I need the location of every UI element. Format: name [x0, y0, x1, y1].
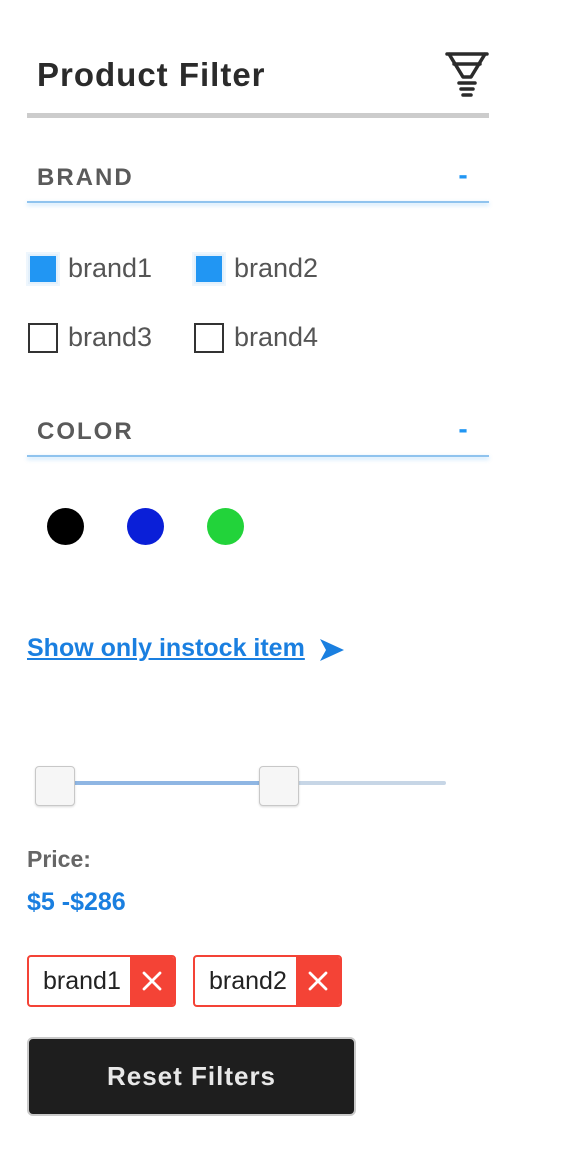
close-icon[interactable]	[129, 957, 174, 1005]
close-icon[interactable]	[295, 957, 340, 1005]
brand-option-brand3[interactable]: brand3	[28, 322, 152, 353]
chip-label: brand2	[209, 966, 287, 995]
color-collapse-toggle[interactable]: -	[451, 415, 475, 443]
brand-section-divider	[27, 201, 489, 203]
price-label: Price:	[27, 846, 91, 872]
price-slider-min-handle[interactable]	[35, 766, 75, 806]
color-swatch-black[interactable]	[47, 508, 84, 545]
arrow-right-icon	[318, 636, 346, 664]
price-range-value: $5 -$286	[27, 888, 126, 916]
reset-filters-button[interactable]: Reset Filters	[27, 1037, 356, 1116]
chip-label: brand1	[43, 966, 121, 995]
color-section-divider	[27, 455, 489, 457]
price-slider-range	[55, 781, 279, 785]
checkbox-label: brand2	[234, 253, 319, 283]
brand-option-brand2[interactable]: brand2	[194, 253, 318, 284]
price-slider-max-handle[interactable]	[259, 766, 299, 806]
checkbox-label: brand1	[68, 253, 153, 283]
active-filter-chip-brand2: brand2	[193, 955, 342, 1007]
brand-section-title: BRAND	[37, 164, 134, 191]
checkbox[interactable]	[28, 322, 58, 353]
checkbox[interactable]	[194, 253, 224, 284]
instock-link[interactable]: Show only instock item	[27, 634, 305, 663]
color-swatch-blue[interactable]	[127, 508, 164, 545]
color-swatch-green[interactable]	[207, 508, 244, 545]
funnel-icon[interactable]	[444, 50, 490, 98]
brand-option-brand1[interactable]: brand1	[28, 253, 152, 284]
page-title: Product Filter	[37, 56, 266, 93]
brand-collapse-toggle[interactable]: -	[451, 161, 475, 189]
color-section-title: COLOR	[37, 418, 134, 445]
checkbox-label: brand3	[68, 322, 153, 352]
checkbox[interactable]	[194, 322, 224, 353]
checkbox-label: brand4	[234, 322, 319, 352]
active-filter-chip-brand1: brand1	[27, 955, 176, 1007]
brand-option-brand4[interactable]: brand4	[194, 322, 318, 353]
checkbox[interactable]	[28, 253, 58, 284]
header-divider	[27, 113, 489, 118]
